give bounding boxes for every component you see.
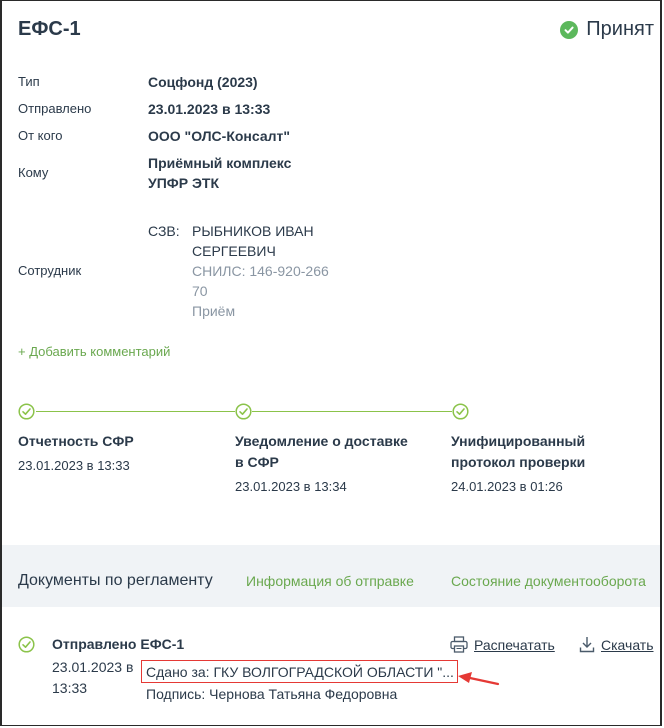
step-title: Уведомление о доставке в СФР	[235, 431, 408, 473]
document-title: Отправлено ЕФС-1	[52, 636, 185, 652]
download-link[interactable]: Скачать	[579, 636, 654, 653]
document-date-line: 13:33	[52, 680, 88, 696]
signature-text: Подпись: Чернова Татьяна Федоровна	[146, 686, 398, 702]
to-value-line1: Приёмный комплекс	[148, 155, 292, 171]
tab-send-info[interactable]: Информация об отправке	[246, 573, 414, 589]
step-check-icon	[452, 403, 469, 420]
to-label: Кому	[18, 165, 49, 180]
print-link[interactable]: Распечатать	[450, 636, 555, 653]
download-label[interactable]: Скачать	[601, 637, 654, 653]
step-check-icon	[18, 403, 35, 420]
type-label: Тип	[18, 74, 40, 89]
page-title: ЕФС-1	[18, 18, 81, 40]
tab-workflow-state[interactable]: Состояние документооборота	[451, 573, 646, 589]
employee-snils-line1: СНИЛС: 146-920-266	[192, 263, 329, 279]
sent-value: 23.01.2023 в 13:33	[148, 101, 271, 117]
step-date: 23.01.2023 в 13:34	[235, 479, 347, 494]
check-circle-icon	[560, 20, 579, 39]
employee-status: Приём	[192, 303, 236, 319]
step-title-line: Уведомление о доставке	[235, 433, 408, 449]
step-connector-2	[252, 411, 452, 412]
document-date: 23.01.2023 в 13:33	[52, 657, 142, 699]
step-title-line: Отчетность СФР	[18, 433, 134, 449]
from-label: От кого	[18, 128, 63, 143]
step-title-line: в СФР	[235, 454, 279, 470]
document-check-icon	[18, 636, 35, 653]
add-comment-link[interactable]: + Добавить комментарий	[18, 344, 170, 359]
status-badge: Принят	[560, 18, 654, 41]
employee-prefix: СЗВ:	[148, 223, 180, 239]
download-icon	[579, 637, 595, 653]
employee-name-line1: РЫБНИКОВ ИВАН	[192, 223, 314, 239]
step-title-line: протокол проверки	[451, 454, 586, 470]
printer-icon	[450, 636, 468, 653]
step-date: 23.01.2023 в 13:33	[18, 458, 130, 473]
document-date-line: 23.01.2023 в	[52, 659, 134, 675]
step-check-icon	[235, 403, 252, 420]
tab-documents[interactable]: Документы по регламенту	[18, 572, 213, 590]
to-value: Приёмный комплекс УПФР ЭТК	[148, 153, 291, 193]
employee-label: Сотрудник	[18, 263, 82, 278]
step-connector-1	[36, 411, 235, 412]
step-title: Отчетность СФР	[18, 431, 134, 452]
type-value: Соцфонд (2023)	[148, 74, 258, 90]
step-title-line: Унифицированный	[451, 433, 586, 449]
print-label[interactable]: Распечатать	[474, 637, 555, 653]
step-date: 24.01.2023 в 01:26	[451, 479, 563, 494]
to-value-line2: УПФР ЭТК	[148, 175, 220, 191]
red-arrow-icon	[458, 672, 500, 686]
status-text: Принят	[586, 18, 654, 40]
sent-label: Отправлено	[18, 101, 92, 116]
from-value: ООО "ОЛС-Консалт"	[148, 128, 291, 144]
employee-name-line2: СЕРГЕЕВИЧ	[192, 243, 276, 259]
submitted-for-field: Сдано за: ГКУ ВОЛГОГРАДСКОЙ ОБЛАСТИ "...	[141, 660, 458, 683]
step-title: Унифицированный протокол проверки	[451, 431, 585, 473]
employee-snils-line2: 70	[192, 283, 208, 299]
window-frame	[0, 0, 662, 726]
